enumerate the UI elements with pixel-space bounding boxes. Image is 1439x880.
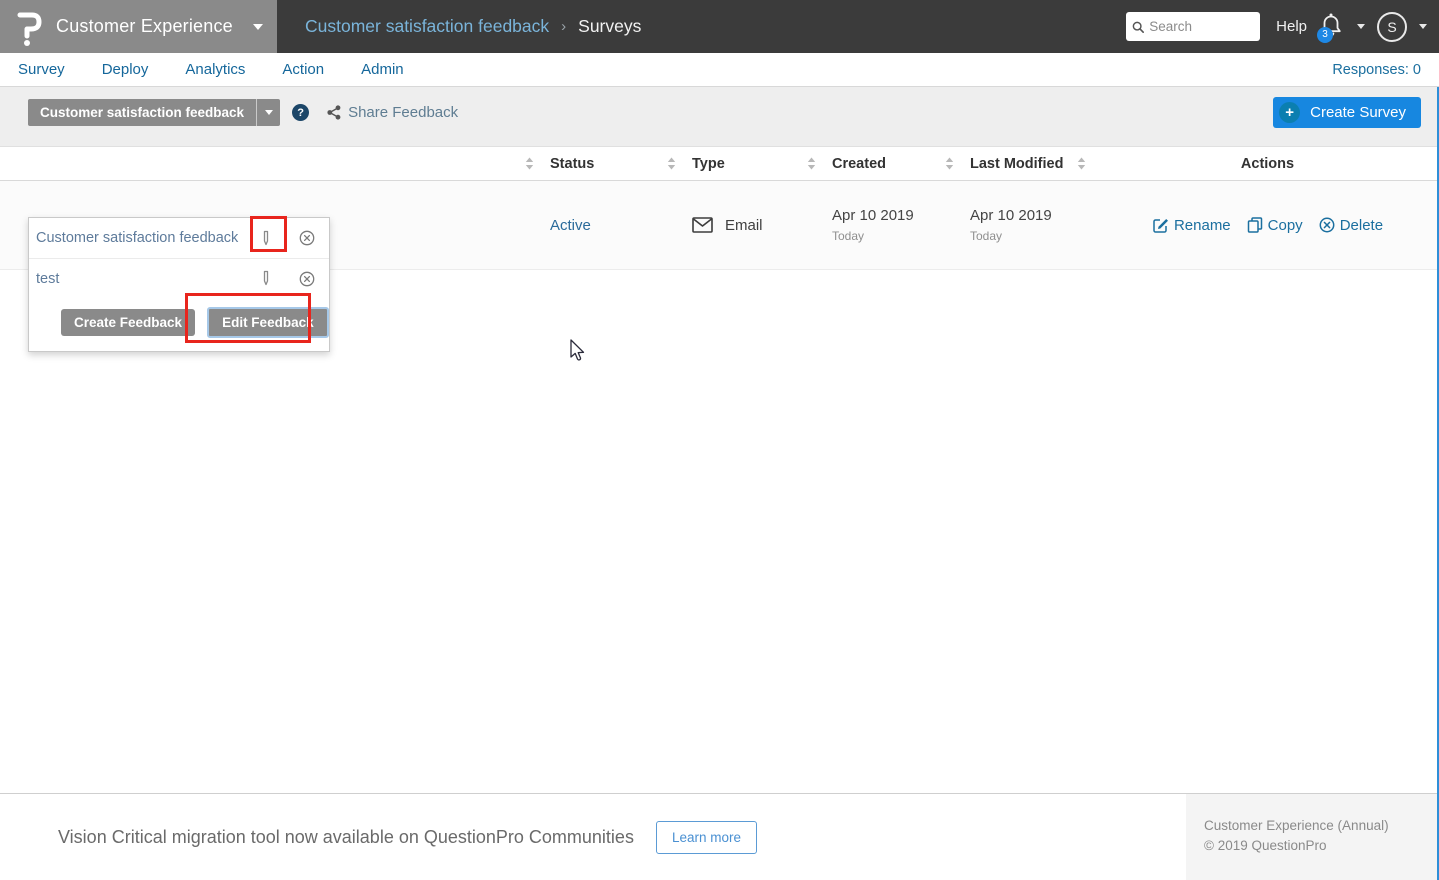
header-cell-type: Type xyxy=(682,147,822,180)
responses-counter: Responses: 0 xyxy=(1332,61,1421,78)
feedback-panel-buttons: Create Feedback Edit Feedback xyxy=(29,298,329,351)
tab-analytics[interactable]: Analytics xyxy=(185,61,245,78)
tab-action[interactable]: Action xyxy=(282,61,324,78)
feedback-item[interactable]: Customer satisfaction feedback xyxy=(29,218,329,258)
modified-relative: Today xyxy=(970,229,1003,243)
header-label-type: Type xyxy=(692,155,725,172)
chevron-down-icon[interactable] xyxy=(1419,24,1427,29)
promo-banner-text: Vision Critical migration tool now avail… xyxy=(58,826,634,847)
license-plan: Customer Experience (Annual) xyxy=(1204,818,1389,833)
type-label: Email xyxy=(725,216,763,234)
header-cell-modified: Last Modified xyxy=(960,147,1092,180)
sort-icon[interactable] xyxy=(1077,157,1086,170)
main-nav: Survey Deploy Analytics Action Admin Res… xyxy=(0,53,1439,87)
help-icon[interactable]: ? xyxy=(292,104,310,121)
header-cell-actions: Actions xyxy=(1092,147,1439,180)
search-icon xyxy=(1132,21,1145,33)
cell-actions: Rename Copy Delete xyxy=(1092,181,1439,269)
delete-icon xyxy=(1319,217,1335,233)
feedback-item-label: test xyxy=(36,270,60,287)
status-badge[interactable]: Active xyxy=(550,217,591,234)
top-bar: Customer Experience Customer satisfactio… xyxy=(0,0,1439,53)
delete-label: Delete xyxy=(1339,216,1384,234)
breadcrumb-current: Surveys xyxy=(578,16,642,36)
sort-icon[interactable] xyxy=(667,157,676,170)
mouse-cursor-icon xyxy=(570,339,585,361)
feedback-dropdown-panel: Customer satisfaction feedback test Crea… xyxy=(28,216,330,352)
pencil-icon[interactable] xyxy=(253,270,277,287)
cell-type: Email xyxy=(682,181,822,269)
header-label-status: Status xyxy=(550,155,595,172)
share-feedback-button[interactable]: Share Feedback xyxy=(327,104,458,121)
survey-toolbar: Customer satisfaction feedback ? Share F… xyxy=(0,87,1439,146)
chevron-down-icon[interactable] xyxy=(1357,24,1365,29)
feedback-item[interactable]: test xyxy=(29,258,329,298)
created-date: Apr 10 2019 xyxy=(832,207,914,224)
feedback-selector-label: Customer satisfaction feedback xyxy=(40,105,245,120)
pencil-icon[interactable] xyxy=(253,230,277,247)
share-icon xyxy=(327,105,341,120)
rename-button[interactable]: Rename xyxy=(1152,217,1231,234)
cell-created: Apr 10 2019 Today xyxy=(822,181,960,269)
app-window: Customer Experience Customer satisfactio… xyxy=(0,0,1439,880)
create-survey-button[interactable]: + Create Survey xyxy=(1273,97,1421,128)
copy-button[interactable]: Copy xyxy=(1247,217,1303,234)
copy-label: Copy xyxy=(1267,216,1303,234)
breadcrumb-parent-link[interactable]: Customer satisfaction feedback xyxy=(305,16,549,37)
sort-icon[interactable] xyxy=(807,157,816,170)
tab-admin[interactable]: Admin xyxy=(361,61,404,78)
mail-icon xyxy=(692,217,713,233)
notification-count-badge: 3 xyxy=(1317,26,1333,43)
breadcrumb-separator: › xyxy=(561,18,567,35)
header-cell-status: Status xyxy=(540,147,682,180)
sort-icon[interactable] xyxy=(945,157,954,170)
surveys-table-header: Status Type Created Last Modified Action… xyxy=(0,146,1439,181)
license-info: Customer Experience (Annual) © 2019 Ques… xyxy=(1186,794,1439,880)
share-feedback-label: Share Feedback xyxy=(348,104,459,121)
modified-date: Apr 10 2019 xyxy=(970,207,1052,224)
feedback-item-label: Customer satisfaction feedback xyxy=(36,230,239,246)
create-survey-label: Create Survey xyxy=(1310,104,1406,121)
avatar-initial: S xyxy=(1387,18,1397,35)
learn-more-button[interactable]: Learn more xyxy=(655,820,757,854)
breadcrumb: Customer satisfaction feedback › Surveys xyxy=(305,16,641,37)
delete-button[interactable]: Delete xyxy=(1319,217,1383,234)
content-area: Customer satisfaction feedback ? Share F… xyxy=(0,87,1439,793)
header-label-modified: Last Modified xyxy=(970,155,1064,172)
header-cell-name xyxy=(0,147,540,180)
footer: Vision Critical migration tool now avail… xyxy=(0,793,1439,880)
cell-status: Active xyxy=(540,181,682,269)
notifications-button[interactable]: 3 xyxy=(1317,12,1345,43)
feedback-selector-dropdown[interactable]: Customer satisfaction feedback xyxy=(28,99,281,126)
search-box[interactable] xyxy=(1126,12,1261,41)
topbar-actions: Help 3 S xyxy=(1126,11,1439,43)
header-label-actions: Actions xyxy=(1240,155,1295,172)
product-switcher[interactable]: Customer Experience xyxy=(0,0,277,53)
create-feedback-button[interactable]: Create Feedback xyxy=(61,309,196,336)
rename-icon xyxy=(1153,219,1168,233)
edit-feedback-button[interactable]: Edit Feedback xyxy=(207,307,329,338)
questionpro-logo-icon xyxy=(17,12,42,46)
copy-icon xyxy=(1247,217,1262,233)
chevron-down-icon xyxy=(253,23,263,30)
cell-modified: Apr 10 2019 Today xyxy=(960,181,1092,269)
header-label-created: Created xyxy=(832,155,886,172)
help-link[interactable]: Help xyxy=(1276,18,1307,35)
copyright: © 2019 QuestionPro xyxy=(1204,838,1327,854)
rename-label: Rename xyxy=(1173,216,1231,234)
x-circle-icon[interactable] xyxy=(299,230,315,246)
search-input[interactable] xyxy=(1149,19,1255,34)
x-circle-icon[interactable] xyxy=(299,271,315,287)
tab-deploy[interactable]: Deploy xyxy=(102,61,149,78)
created-relative: Today xyxy=(832,229,865,243)
tab-survey[interactable]: Survey xyxy=(18,61,65,78)
header-cell-created: Created xyxy=(822,147,960,180)
chevron-down-icon[interactable] xyxy=(256,99,280,126)
product-title: Customer Experience xyxy=(56,16,233,36)
sort-icon[interactable] xyxy=(525,157,534,170)
promo-banner: Vision Critical migration tool now avail… xyxy=(0,794,1186,880)
plus-icon: + xyxy=(1279,102,1301,123)
avatar[interactable]: S xyxy=(1377,11,1407,42)
